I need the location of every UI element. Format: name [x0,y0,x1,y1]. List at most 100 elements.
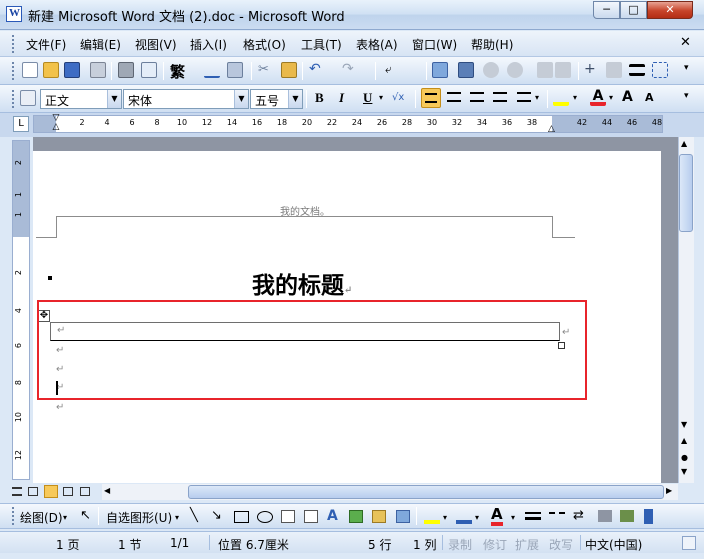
menu-edit[interactable]: 编辑(E) [80,36,121,53]
line-spacing-icon[interactable] [516,90,532,106]
fill-color-icon[interactable] [424,509,440,524]
chevron-down-icon[interactable]: ▾ [379,93,383,102]
autoshapes-menu-button[interactable]: 自选图形(U) [106,509,172,526]
3d-style-icon[interactable] [620,510,634,522]
format-painter-icon[interactable] [281,62,297,78]
chevron-down-icon[interactable]: ▾ [511,513,515,522]
grow-font-button[interactable]: A [622,90,638,106]
toolbar-options-icon[interactable]: ▾ [684,91,689,101]
spelling-status-icon[interactable] [682,536,696,550]
menu-tools[interactable]: 工具(T) [301,36,342,53]
indent-marker-icon[interactable]: ▽ △ [51,114,61,134]
font-size-combo[interactable]: 五号 ▼ [250,89,303,109]
menu-insert[interactable]: 插入(I) [190,36,227,53]
insert-picture-icon[interactable] [396,510,410,523]
toolbar-grip[interactable] [12,507,16,525]
line-color-icon[interactable] [456,509,472,524]
clip-art-icon[interactable] [372,510,386,523]
drawing-font-color-icon[interactable]: A [491,506,503,526]
close-button[interactable]: ✕ [647,1,693,19]
outline-view-icon[interactable] [63,487,73,496]
contrast-icon[interactable] [483,62,499,78]
shadow-style-icon[interactable] [598,510,612,522]
select-browse-object-icon[interactable]: ● [681,453,688,462]
shrink-font-button[interactable]: A [645,90,661,106]
undo-icon[interactable]: ↶ [309,62,325,78]
menu-window[interactable]: 窗口(W) [412,36,457,53]
compress-icon[interactable] [606,62,622,78]
document-heading[interactable]: 我的标题↵ [252,266,352,300]
align-left-button[interactable] [421,88,441,108]
scroll-up-icon[interactable]: ▲ [681,139,687,148]
normal-view-icon[interactable] [12,487,22,496]
menu-file[interactable]: 文件(F) [26,36,66,53]
chevron-down-icon[interactable]: ▾ [443,513,447,522]
chevron-down-icon[interactable]: ▼ [107,90,121,108]
text-box-icon[interactable] [281,510,295,523]
diagram-icon[interactable] [349,510,363,523]
oval-tool-icon[interactable] [257,511,273,523]
style-combo[interactable]: 正文 ▼ [40,89,122,109]
dash-style-icon[interactable] [549,512,565,520]
maximize-button[interactable]: □ [620,1,647,19]
cut-icon[interactable]: ✂ [258,62,274,78]
brightness-icon[interactable] [507,62,523,78]
chevron-down-icon[interactable]: ▾ [573,93,577,102]
status-track-changes[interactable]: 修订 [483,536,507,553]
reading-view-icon[interactable] [80,487,90,496]
chevron-down-icon[interactable]: ▼ [288,90,302,108]
print-layout-view-icon[interactable] [44,485,58,498]
italic-button[interactable]: I [339,90,355,106]
rectangle-tool-icon[interactable] [234,511,249,523]
research-icon[interactable] [227,62,243,78]
chevron-down-icon[interactable]: ▾ [475,513,479,522]
status-extend[interactable]: 扩展 [515,536,539,553]
align-right-button[interactable] [469,90,485,106]
menu-help[interactable]: 帮助(H) [471,36,513,53]
word-app-icon[interactable] [6,6,22,22]
web-view-icon[interactable] [28,487,38,496]
arrow-style-icon[interactable]: ⇄ [573,508,584,523]
font-color-button[interactable]: A [590,89,606,106]
insert-hyperlink-icon[interactable]: ⤶ [385,62,401,78]
new-document-icon[interactable] [22,62,38,78]
crop-icon[interactable] [537,62,553,78]
print-icon[interactable] [118,62,134,78]
toolbar-options-icon[interactable] [644,509,653,524]
scroll-right-icon[interactable]: ▶ [666,486,672,495]
menu-view[interactable]: 视图(V) [135,36,177,53]
styles-icon[interactable] [20,90,36,106]
text-wrapping-icon[interactable] [652,62,668,78]
save-icon[interactable] [64,62,80,78]
close-document-button[interactable]: ✕ [680,35,691,50]
chevron-down-icon[interactable]: ▼ [234,90,248,108]
arrow-tool-icon[interactable]: ↘ [211,508,222,523]
vertical-text-box-icon[interactable] [304,510,318,523]
menu-grip[interactable] [12,35,16,53]
toolbar-grip[interactable] [12,62,16,80]
line-style-icon[interactable]: + [584,62,600,78]
tab-selector[interactable]: L [13,116,29,132]
spelling-icon[interactable] [204,62,220,78]
wordart-icon[interactable]: A [327,508,338,524]
chevron-down-icon[interactable]: ▾ [535,93,539,102]
bold-button[interactable]: B [315,90,331,106]
redo-icon[interactable]: ↷ [342,62,358,78]
font-combo[interactable]: 宋体 ▼ [123,89,249,109]
draw-menu-button[interactable]: 绘图(D) [20,509,63,526]
scroll-down-icon[interactable]: ▼ [681,420,687,429]
menu-format[interactable]: 格式(O) [243,36,286,53]
status-overtype[interactable]: 改写 [549,536,573,553]
right-indent-marker-icon[interactable]: △ [548,124,555,134]
highlight-icon[interactable] [553,90,569,106]
print-preview-icon[interactable] [141,62,157,78]
vertical-scroll-thumb[interactable] [679,154,693,232]
status-record[interactable]: 录制 [448,536,472,553]
line-tool-icon[interactable]: ╲ [190,508,198,523]
line-style-icon[interactable] [525,512,541,520]
status-language[interactable]: 中文(中国) [585,536,642,553]
chevron-down-icon[interactable]: ▾ [63,513,67,522]
open-folder-icon[interactable] [43,62,59,78]
permission-icon[interactable] [90,62,106,78]
menu-table[interactable]: 表格(A) [356,36,398,53]
